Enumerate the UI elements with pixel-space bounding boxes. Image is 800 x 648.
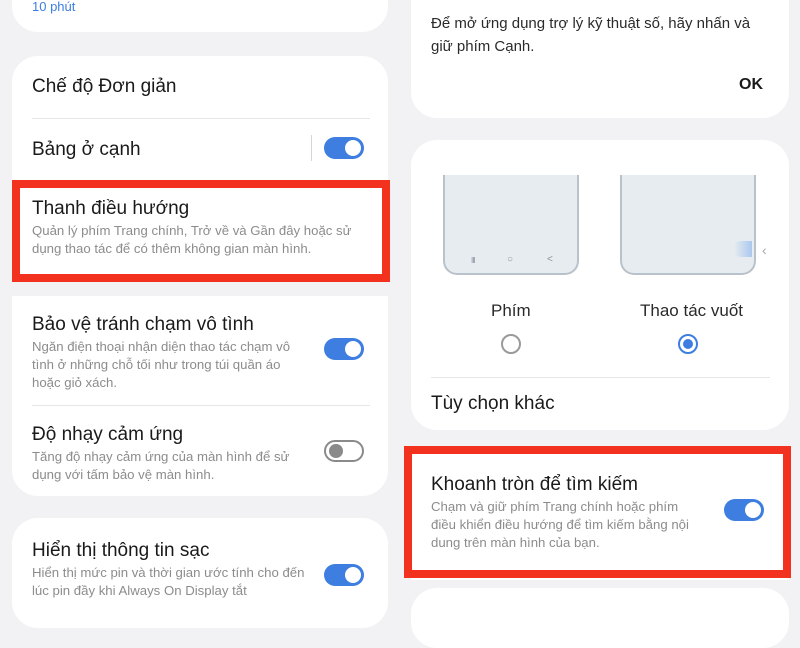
circle-to-search-highlight [404,446,791,578]
gestures-radio[interactable] [678,334,698,354]
simple-mode-item[interactable]: Chế độ Đơn giản [32,76,177,98]
navigation-bar-highlight [12,180,390,282]
dialog-ok-button[interactable]: OK [739,76,763,94]
toggle-knob [329,444,343,458]
divider [32,405,370,406]
touch-sensitivity-title[interactable]: Độ nhạy cảm ứng [32,424,183,446]
toggle-knob [345,140,361,156]
divider [431,377,770,378]
swipe-arrow-icon: ‹ [762,242,767,258]
buttons-option-label: Phím [491,301,531,320]
buttons-preview[interactable]: III ○ < [443,175,579,275]
charging-info-title[interactable]: Hiển thị thông tin sạc [32,540,209,562]
gestures-preview[interactable] [620,175,756,275]
home-icon: ○ [507,254,514,265]
assistant-dialog-message: Để mở ứng dụng trợ lý kỹ thuật số, hãy n… [431,15,751,55]
divider [32,118,370,119]
radio-dot [683,339,693,349]
touch-sensitivity-desc: Tăng độ nhạy cảm ứng của màn hình để sử … [32,449,290,482]
accidental-touch-toggle[interactable] [324,338,364,360]
touch-sensitivity-toggle[interactable] [324,440,364,462]
buttons-radio[interactable] [501,334,521,354]
back-icon: < [547,254,553,265]
edge-panels-item[interactable]: Bảng ở cạnh [32,139,141,161]
screen-timeout-value: 10 phút [32,0,76,14]
previous-settings-card: 10 phút [12,0,388,32]
charging-info-toggle[interactable] [324,564,364,586]
gestures-option-label: Thao tác vuốt [640,301,744,320]
card-gap [12,282,388,296]
accidental-touch-title[interactable]: Bảo vệ tránh chạm vô tình [32,314,254,336]
edge-panels-toggle[interactable] [324,137,364,159]
swipe-handle-icon [734,241,752,257]
toggle-knob [345,567,361,583]
more-options-item[interactable]: Tùy chọn khác [431,393,555,415]
next-settings-card [411,588,789,648]
toggle-knob [345,341,361,357]
accidental-touch-desc: Ngăn điện thoại nhận diện thao tác chạm … [32,339,291,390]
toggle-divider [311,135,312,161]
charging-info-desc: Hiển thị mức pin và thời gian ước tính c… [32,565,305,598]
recents-icon: III [471,256,476,265]
